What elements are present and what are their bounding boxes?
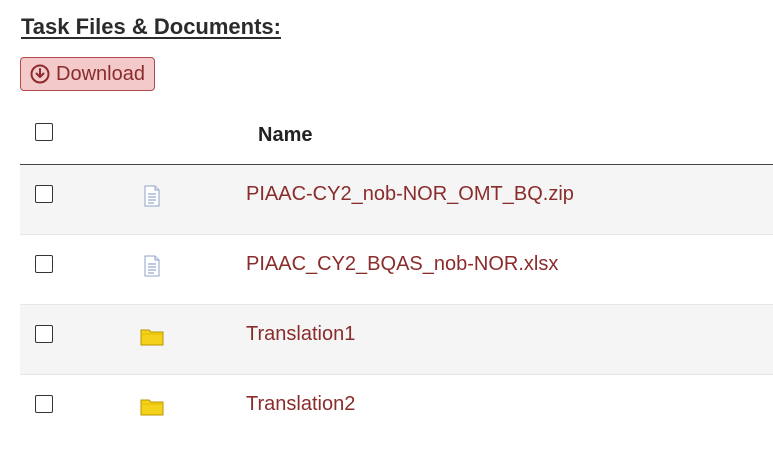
row-checkbox[interactable] <box>35 185 53 203</box>
file-icon <box>140 254 164 278</box>
section-title: Task Files & Documents: <box>21 14 281 39</box>
folder-link[interactable]: Translation1 <box>246 323 355 346</box>
table-row: PIAAC_CY2_BQAS_nob-NOR.xlsx <box>20 235 773 305</box>
select-all-checkbox[interactable] <box>35 123 53 141</box>
row-checkbox[interactable] <box>35 255 53 273</box>
row-checkbox[interactable] <box>35 325 53 343</box>
task-files-panel: Task Files & Documents: Download Name PI… <box>0 0 773 466</box>
column-header-name[interactable]: Name <box>258 124 312 147</box>
file-link[interactable]: PIAAC_CY2_BQAS_nob-NOR.xlsx <box>246 253 558 276</box>
table-row: Translation1 <box>20 305 773 375</box>
folder-icon <box>140 324 164 348</box>
folder-link[interactable]: Translation2 <box>246 393 355 416</box>
download-label: Download <box>56 62 145 85</box>
folder-icon <box>140 394 164 418</box>
table-header: Name <box>20 106 773 165</box>
download-circle-icon <box>30 64 50 84</box>
row-checkbox[interactable] <box>35 395 53 413</box>
file-link[interactable]: PIAAC-CY2_nob-NOR_OMT_BQ.zip <box>246 183 574 206</box>
file-icon <box>140 184 164 208</box>
table-row: PIAAC-CY2_nob-NOR_OMT_BQ.zip <box>20 165 773 235</box>
download-button[interactable]: Download <box>20 57 155 91</box>
table-row: Translation2 <box>20 375 773 445</box>
